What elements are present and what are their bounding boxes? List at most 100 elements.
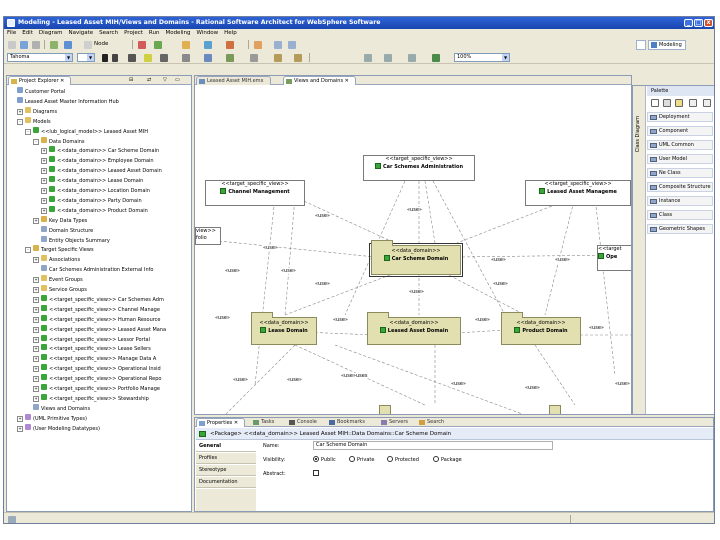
bold-icon[interactable] [102,54,108,62]
tab-bookmarks[interactable]: Bookmarks [327,418,371,427]
section-documentation[interactable]: Documentation [196,477,256,488]
tree-item[interactable]: + Event Groups [33,275,83,284]
expand-icon[interactable]: + [33,306,39,313]
expand-icon[interactable]: + [33,296,39,303]
palette-side-tab[interactable]: Class Diagram [633,86,646,414]
expand-icon[interactable]: + [33,336,39,343]
menu-window[interactable]: Window [193,29,221,38]
view-leased-asset-management[interactable]: <<target_specific_view>> Leased Asset Ma… [525,180,631,206]
visibility-package-radio[interactable]: Package [433,456,462,463]
zoom-combo[interactable]: 100% ▼ [454,53,510,62]
close-button[interactable]: x [704,19,713,27]
tree-item[interactable]: - Data Domains [33,136,85,145]
tree-item[interactable]: + Key Data Types [33,215,87,224]
tree-item[interactable]: + <<target_specific_view>> Operational Re… [33,374,161,383]
domain-product[interactable]: <<data_domain>> Product Domain [501,312,581,345]
maximize-button[interactable]: □ [694,19,703,27]
expand-icon[interactable]: + [17,425,23,432]
tree-item[interactable]: + <<target_specific_view>> Human Resource [33,314,161,323]
distribute-icon[interactable] [384,54,392,62]
build-icon[interactable] [50,41,58,49]
tree-item[interactable]: + Diagrams [17,106,57,115]
palette-drawer[interactable]: Geometric Shapes [647,224,713,234]
domain-leased-asset[interactable]: <<data_domain>> Leased Asset Domain [367,312,461,345]
tree-item[interactable]: + (UML Primitive Types) [17,413,87,422]
expand-icon[interactable]: + [41,148,47,155]
tree-item[interactable]: - <<lub_logical_model>> Leased Asset MIH [25,126,148,135]
view-car-schemes-administration[interactable]: <<target_specific_view>> Car Schemes Adm… [363,155,475,181]
menu-edit[interactable]: Edit [19,29,36,38]
expand-icon[interactable]: + [33,376,39,383]
tree-item[interactable]: + <<target_specific_view>> Lessor Portal [33,334,150,343]
fill-color-icon[interactable] [144,54,152,62]
tree-item[interactable]: - Target Specific Views [25,245,94,254]
search-icon[interactable] [204,41,212,49]
domain-lease[interactable]: <<data_domain>> Lease Domain [251,312,317,345]
expand-icon[interactable]: + [41,158,47,165]
print-icon[interactable] [32,41,40,49]
tree-item[interactable]: Leased Asset Master Information Hub [9,96,119,105]
expand-icon[interactable]: + [33,277,39,284]
tree-item[interactable]: + <<data_domain>> Lease Domain [41,176,143,185]
tree-item[interactable]: + <<data_domain>> Product Domain [41,205,148,214]
italic-icon[interactable] [112,54,118,62]
tree-item[interactable]: + <<target_specific_view>> Stewardship [33,393,149,402]
align-icon[interactable] [364,54,372,62]
collapse-icon[interactable]: - [25,247,31,254]
visibility-public-radio[interactable]: Public [313,456,336,463]
tree-item[interactable]: Entity Objects Summary [33,235,110,244]
expand-icon[interactable]: + [41,197,47,204]
section-profiles[interactable]: Profiles [196,453,256,464]
node-label[interactable]: Node [94,40,108,49]
palette-drawer[interactable]: Component [647,126,713,136]
expand-icon[interactable]: + [41,178,47,185]
node-icon[interactable] [84,41,92,49]
zoom-out-icon[interactable] [294,54,302,62]
project-explorer-tab[interactable]: Project Explorer ✕ [8,76,72,85]
open-perspective-button[interactable] [636,40,646,50]
tree-item[interactable]: + <<data_domain>> Car Scheme Domain [41,146,159,155]
tree-item[interactable]: + <<target_specific_view>> Channel Manage [33,304,160,313]
palette-drawer[interactable]: User Model [647,154,713,164]
expand-icon[interactable]: + [33,316,39,323]
filter-icon[interactable] [250,54,258,62]
zoom-in-icon[interactable] [274,54,282,62]
palette-drawer[interactable]: Composite Structure [647,182,713,192]
expand-icon[interactable]: + [41,188,47,194]
domain-partial[interactable] [379,405,391,414]
line-color-icon[interactable] [160,54,168,62]
expand-icon[interactable]: + [33,395,39,402]
tree-item[interactable]: + (User Modeling Datatypes) [17,423,100,432]
tab-views-and-domains[interactable]: Views and Domains ✕ [283,76,356,85]
tab-model-file[interactable]: Leased Asset MIH.emx [196,76,271,85]
line-style-icon[interactable] [182,54,190,62]
expand-icon[interactable]: + [33,356,39,363]
tree-item[interactable]: + <<data_domain>> Location Domain [41,186,150,194]
menu-diagram[interactable]: Diagram [36,29,66,38]
visibility-private-radio[interactable]: Private [349,456,374,463]
menu-navigate[interactable]: Navigate [66,29,97,38]
palette-drawer[interactable]: UML Common [647,140,713,150]
tree-item[interactable]: + <<target_specific_view>> Leased Asset M… [33,324,166,333]
pencil-icon[interactable] [254,41,262,49]
expand-icon[interactable]: + [33,217,39,224]
save-icon[interactable] [20,41,28,49]
view-menu-icon[interactable]: ▽ [163,77,167,83]
minimize-view-icon[interactable]: ▭ [175,77,180,83]
link-editor-icon[interactable]: ⇄ [147,77,151,83]
collapse-icon[interactable]: - [17,118,23,125]
note-tool-icon[interactable] [675,99,683,107]
tree-item[interactable]: + <<target_specific_view>> Manage Data A [33,354,156,363]
expand-icon[interactable]: + [33,326,39,333]
expand-icon[interactable]: + [17,415,23,422]
tree-item[interactable]: Domain Structure [33,225,93,234]
tree-item[interactable]: Car Schemes Administration External Info [33,265,153,273]
expand-icon[interactable]: + [41,168,47,175]
font-combo[interactable]: Tahoma ▼ [7,53,73,62]
tree-item[interactable]: Views and Domains [25,403,90,412]
collapse-icon[interactable]: - [33,138,39,145]
collapse-all-icon[interactable]: ⊟ [129,77,133,83]
tree-item[interactable]: + <<data_domain>> Leased Asset Domain [41,166,162,175]
text-tool-icon[interactable] [689,99,697,107]
tree-item[interactable]: + <<target_specific_view>> Lease Sellers [33,344,151,353]
